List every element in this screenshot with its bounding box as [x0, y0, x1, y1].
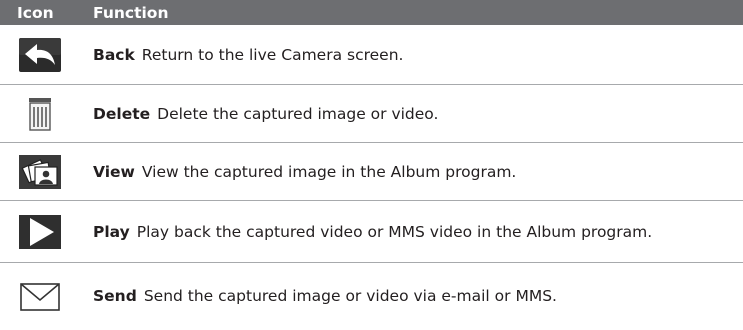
table-row: View View the captured image in the Album…	[0, 143, 743, 201]
row-text: Play Play back the captured video or MMS …	[93, 223, 652, 241]
header-function-column: Function	[93, 3, 169, 22]
envelope-icon	[20, 282, 60, 311]
row-function-desc: View the captured image in the Album pro…	[141, 162, 517, 181]
row-function-name: Play	[93, 222, 130, 241]
row-function-name: Send	[93, 286, 137, 305]
row-text: Back Return to the live Camera screen.	[93, 46, 403, 64]
table-row: Delete Delete the captured image or video…	[0, 85, 743, 143]
row-function-name: Back	[93, 45, 135, 64]
photos-icon	[19, 154, 61, 189]
row-text: View View the captured image in the Album…	[93, 163, 516, 181]
row-function-desc: Send the captured image or video via e-m…	[143, 286, 557, 305]
play-icon	[19, 214, 61, 249]
row-function-desc: Play back the captured video or MMS vide…	[136, 222, 653, 241]
row-function-desc: Return to the live Camera screen.	[141, 45, 404, 64]
row-function-desc: Delete the captured image or video.	[157, 104, 439, 123]
row-text: Delete Delete the captured image or video…	[93, 105, 438, 123]
table-row: Send Send the captured image or video via…	[0, 263, 743, 328]
icon-function-table: Icon Function Back Return to the live Cam…	[0, 0, 743, 330]
table-row: Play Play back the captured video or MMS …	[0, 201, 743, 263]
table-header: Icon Function	[0, 0, 743, 25]
table-row: Back Return to the live Camera screen.	[0, 25, 743, 85]
trash-icon	[29, 97, 51, 131]
back-arrow-icon	[19, 37, 61, 72]
row-text: Send Send the captured image or video via…	[93, 287, 557, 305]
header-icon-column: Icon	[17, 3, 54, 22]
row-function-name: View	[93, 162, 135, 181]
row-function-name: Delete	[93, 104, 151, 123]
